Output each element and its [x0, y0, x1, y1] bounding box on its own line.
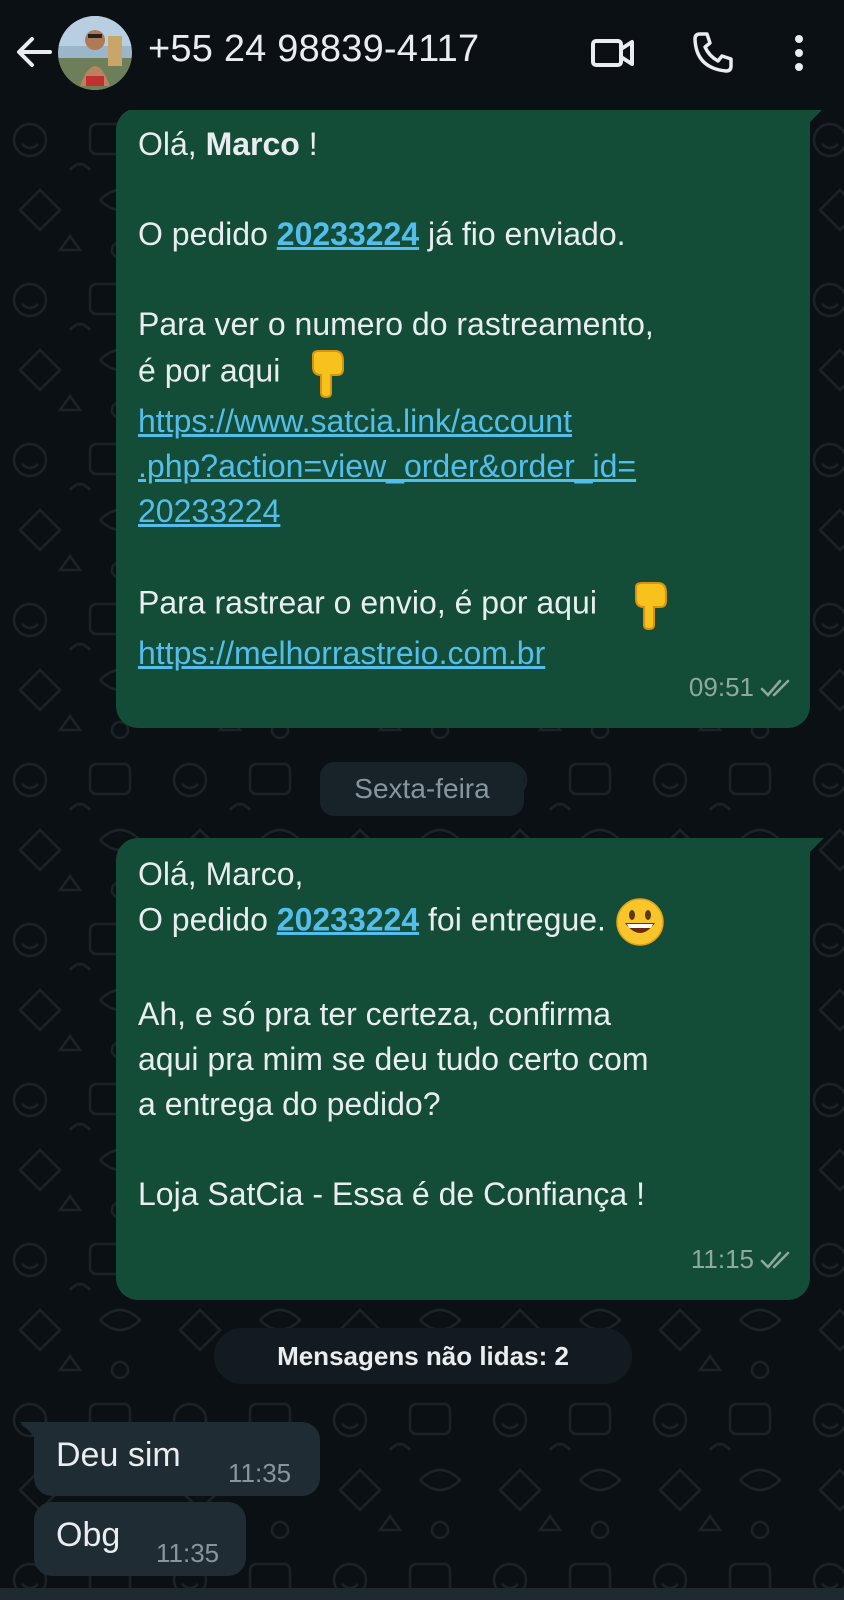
phone-call-icon	[693, 32, 733, 73]
message-meta: 09:51	[689, 665, 794, 710]
message-line: Ah, e só pra ter certeza, confirma	[138, 996, 612, 1032]
bubble-tail	[808, 108, 824, 124]
double-check-icon	[760, 679, 790, 697]
message-line: Olá, Marco,	[138, 856, 304, 892]
video-call-button[interactable]	[588, 28, 638, 78]
message-line: é por aqui	[138, 347, 792, 399]
double-check-icon	[760, 1251, 790, 1269]
tracking-url-link[interactable]: .php?action=view_order&order_id=	[138, 444, 792, 489]
message-time: 11:15	[690, 1244, 754, 1274]
order-number-link[interactable]: 20233224	[277, 901, 419, 937]
bubble-tail	[808, 838, 824, 854]
message-bubble-incoming[interactable]: Obg 11:35	[34, 1502, 246, 1576]
message-meta: 11:15	[691, 1237, 794, 1282]
message-bubble-outgoing[interactable]: Olá, Marco, O pedido 20233224 foi entreg…	[116, 838, 810, 1300]
more-options-button[interactable]	[774, 28, 824, 78]
message-bubble-incoming[interactable]: Deu sim 11:35	[34, 1422, 320, 1496]
more-vert-icon	[795, 35, 803, 71]
voice-call-button[interactable]	[688, 28, 738, 78]
tracking-url-link[interactable]: https://www.satcia.link/account	[138, 399, 792, 444]
message-time: 11:35	[156, 1538, 220, 1568]
message-line: Para ver o numero do rastreamento,	[138, 306, 654, 342]
contact-name[interactable]: +55 24 98839-4117	[148, 28, 479, 71]
message-line: O pedido 20233224 foi entregue.	[138, 897, 792, 947]
pointing-down-emoji-icon	[312, 350, 345, 399]
avatar[interactable]	[58, 16, 132, 90]
message-time: 09:51	[688, 672, 754, 702]
message-time: 11:35	[228, 1458, 292, 1488]
message-text: Obg	[56, 1516, 121, 1554]
message-line: Para rastrear o envio, é por aqui	[138, 579, 792, 631]
video-call-icon	[591, 39, 634, 67]
message-text: Deu sim	[56, 1436, 181, 1474]
date-separator: Sexta-feira	[320, 762, 524, 816]
back-arrow-icon	[17, 37, 52, 67]
message-line: a entrega do pedido?	[138, 1086, 441, 1122]
message-bubble-outgoing[interactable]: Olá, Marco ! O pedido 20233224 já fio en…	[116, 108, 810, 728]
order-number-link[interactable]: 20233224	[277, 216, 419, 252]
unread-messages-separator: Mensagens não lidas: 2	[214, 1328, 632, 1384]
message-line: Olá, Marco !	[138, 126, 318, 162]
message-line: aqui pra mim se deu tudo certo com	[138, 1041, 649, 1077]
message-line: Loja SatCia - Essa é de Confiança !	[138, 1176, 645, 1212]
tracking-url-link[interactable]: 20233224	[138, 489, 792, 534]
pointing-down-emoji-icon	[634, 582, 667, 631]
back-button[interactable]	[12, 30, 56, 74]
message-input-bar[interactable]	[0, 1588, 844, 1600]
message-line: O pedido 20233224 já fio enviado.	[138, 216, 626, 252]
grinning-face-emoji-icon	[616, 898, 664, 946]
chat-header: +55 24 98839-4117	[0, 0, 844, 110]
